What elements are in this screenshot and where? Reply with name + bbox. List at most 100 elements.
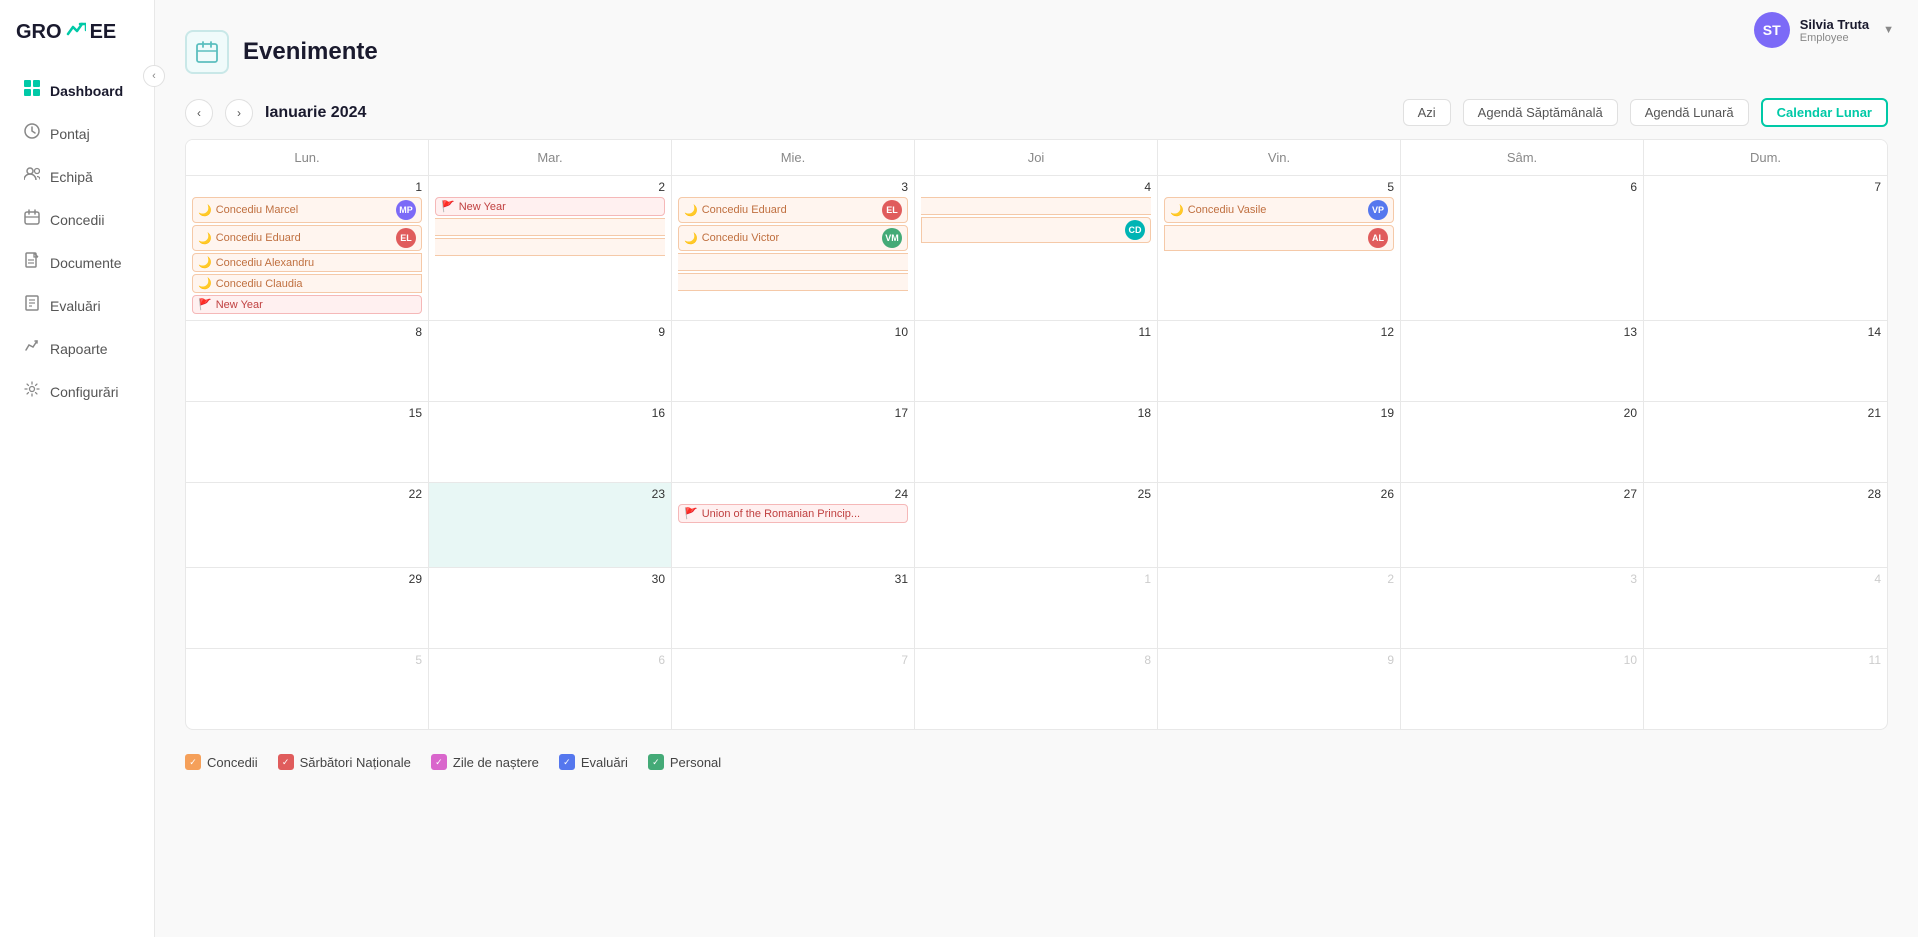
view-monthly-agenda-btn[interactable]: Agendă Lunară (1630, 99, 1749, 126)
view-weekly-btn[interactable]: Agendă Săptămânală (1463, 99, 1618, 126)
sidebar-item-pontaj[interactable]: Pontaj (8, 113, 146, 154)
cal-cell-jan18[interactable]: 18 (915, 402, 1158, 482)
today-btn[interactable]: Azi (1403, 99, 1451, 126)
cal-cell-jan13[interactable]: 13 (1401, 321, 1644, 401)
prev-month-btn[interactable]: ‹ (185, 99, 213, 127)
legend-personal[interactable]: ✓ Personal (648, 754, 721, 770)
event-newyear-label-1: New Year (216, 299, 263, 311)
day-num-11: 11 (921, 325, 1151, 339)
legend-nastere[interactable]: ✓ Zile de naștere (431, 754, 539, 770)
sidebar-collapse-btn[interactable]: ‹ (143, 65, 165, 87)
cal-cell-jan21[interactable]: 21 (1644, 402, 1887, 482)
cal-cell-feb10[interactable]: 10 (1401, 649, 1644, 729)
cal-cell-jan16[interactable]: 16 (429, 402, 672, 482)
cal-cell-jan1[interactable]: 1 🌙 Concediu Marcel MP 🌙 Concediu Eduard… (186, 176, 429, 320)
sidebar-item-echipa[interactable]: Echipă (8, 156, 146, 197)
cal-cell-feb2[interactable]: 2 (1158, 568, 1401, 648)
page-icon (185, 30, 229, 74)
calendar-month-label: Ianuarie 2024 (265, 104, 366, 122)
day-num-feb5: 5 (192, 653, 422, 667)
event-union-label: Union of the Romanian Princip... (702, 508, 860, 520)
span-event-claudia-end[interactable]: CD (921, 217, 1151, 243)
next-month-btn[interactable]: › (225, 99, 253, 127)
cal-cell-jan3[interactable]: 3 🌙 Concediu Eduard EL 🌙 Concediu Victor… (672, 176, 915, 320)
day-num-4: 4 (921, 180, 1151, 194)
span-event-claudia-mid2 (435, 238, 665, 256)
chevron-down-icon[interactable]: ▼ (1883, 24, 1894, 36)
col-mar: Mar. (429, 140, 672, 175)
moon-icon-3: 🌙 (198, 256, 212, 269)
day-num-24: 24 (678, 487, 908, 501)
legend-label-sarbatori: Sărbători Naționale (300, 755, 411, 770)
day-num-29: 29 (192, 572, 422, 586)
cal-cell-jan14[interactable]: 14 (1644, 321, 1887, 401)
user-role: Employee (1800, 32, 1869, 44)
sidebar-item-concedii[interactable]: Concedii (8, 199, 146, 240)
cal-cell-jan30[interactable]: 30 (429, 568, 672, 648)
cal-cell-jan31[interactable]: 31 (672, 568, 915, 648)
cal-cell-feb6[interactable]: 6 (429, 649, 672, 729)
cal-cell-jan4[interactable]: 4 CD (915, 176, 1158, 320)
avatar-al: AL (1368, 228, 1388, 248)
cal-cell-jan15[interactable]: 15 (186, 402, 429, 482)
event-union[interactable]: 🚩 Union of the Romanian Princip... (678, 504, 908, 523)
legend-evaluari[interactable]: ✓ Evaluări (559, 754, 628, 770)
cal-cell-feb11[interactable]: 11 (1644, 649, 1887, 729)
day-num-2: 2 (435, 180, 665, 194)
span-event-alexandru-end[interactable]: AL (1164, 225, 1394, 251)
sidebar-nav: Dashboard Pontaj Echipă Concedii (0, 68, 154, 937)
cal-cell-jan22[interactable]: 22 (186, 483, 429, 567)
sidebar-item-configurari[interactable]: Configurări (8, 371, 146, 412)
sidebar-item-rapoarte[interactable]: Rapoarte (8, 328, 146, 369)
cal-cell-jan25[interactable]: 25 (915, 483, 1158, 567)
cal-cell-jan6[interactable]: 6 (1401, 176, 1644, 320)
cal-cell-jan29[interactable]: 29 (186, 568, 429, 648)
cal-cell-jan7[interactable]: 7 (1644, 176, 1887, 320)
sidebar-item-evaluari[interactable]: Evaluări (8, 285, 146, 326)
legend-sarbatori[interactable]: ✓ Sărbători Naționale (278, 754, 411, 770)
cal-cell-jan8[interactable]: 8 (186, 321, 429, 401)
cal-cell-feb1[interactable]: 1 (915, 568, 1158, 648)
cal-cell-feb8[interactable]: 8 (915, 649, 1158, 729)
event-concediu-vasile[interactable]: 🌙 Concediu Vasile VP (1164, 197, 1394, 223)
cal-cell-jan20[interactable]: 20 (1401, 402, 1644, 482)
cal-cell-jan5[interactable]: 5 🌙 Concediu Vasile VP AL (1158, 176, 1401, 320)
legend-check-nastere: ✓ (431, 754, 447, 770)
cal-cell-jan11[interactable]: 11 (915, 321, 1158, 401)
event-concediu-eduard-1[interactable]: 🌙 Concediu Eduard EL (192, 225, 422, 251)
event-newyear-1[interactable]: 🚩 New Year (192, 295, 422, 314)
cal-cell-jan2[interactable]: 2 🚩 New Year (429, 176, 672, 320)
event-concediu-eduard-3[interactable]: 🌙 Concediu Eduard EL (678, 197, 908, 223)
avatar-el: EL (396, 228, 416, 248)
cal-cell-jan9[interactable]: 9 (429, 321, 672, 401)
cal-cell-jan26[interactable]: 26 (1158, 483, 1401, 567)
sidebar-item-dashboard[interactable]: Dashboard (8, 70, 146, 111)
sidebar-item-documente[interactable]: Documente (8, 242, 146, 283)
legend-concedii[interactable]: ✓ Concedii (185, 754, 258, 770)
span-event-alexandru-start[interactable]: 🌙 Concediu Alexandru (192, 253, 422, 272)
cal-cell-jan28[interactable]: 28 (1644, 483, 1887, 567)
cal-cell-feb4[interactable]: 4 (1644, 568, 1887, 648)
cal-cell-feb5[interactable]: 5 (186, 649, 429, 729)
cal-cell-jan23[interactable]: 23 (429, 483, 672, 567)
view-monthly-btn[interactable]: Calendar Lunar (1761, 98, 1888, 127)
cal-cell-jan12[interactable]: 12 (1158, 321, 1401, 401)
moon-icon-7: 🌙 (1170, 204, 1184, 217)
cal-cell-jan24[interactable]: 24 🚩 Union of the Romanian Princip... (672, 483, 915, 567)
cal-cell-jan19[interactable]: 19 (1158, 402, 1401, 482)
cal-cell-jan17[interactable]: 17 (672, 402, 915, 482)
span-event-claudia-start[interactable]: 🌙 Concediu Claudia (192, 274, 422, 293)
cal-cell-feb3[interactable]: 3 (1401, 568, 1644, 648)
cal-cell-feb7[interactable]: 7 (672, 649, 915, 729)
cal-cell-feb9[interactable]: 9 (1158, 649, 1401, 729)
event-concediu-victor[interactable]: 🌙 Concediu Victor VM (678, 225, 908, 251)
event-concediu-marcel[interactable]: 🌙 Concediu Marcel MP (192, 197, 422, 223)
day-num-feb3: 3 (1407, 572, 1637, 586)
page-title: Evenimente (243, 38, 378, 66)
cal-cell-jan27[interactable]: 27 (1401, 483, 1644, 567)
cal-cell-jan10[interactable]: 10 (672, 321, 915, 401)
moon-icon-2: 🌙 (198, 232, 212, 245)
event-newyear-2[interactable]: 🚩 New Year (435, 197, 665, 216)
user-info: Silvia Truta Employee (1800, 17, 1869, 44)
day-num-17: 17 (678, 406, 908, 420)
